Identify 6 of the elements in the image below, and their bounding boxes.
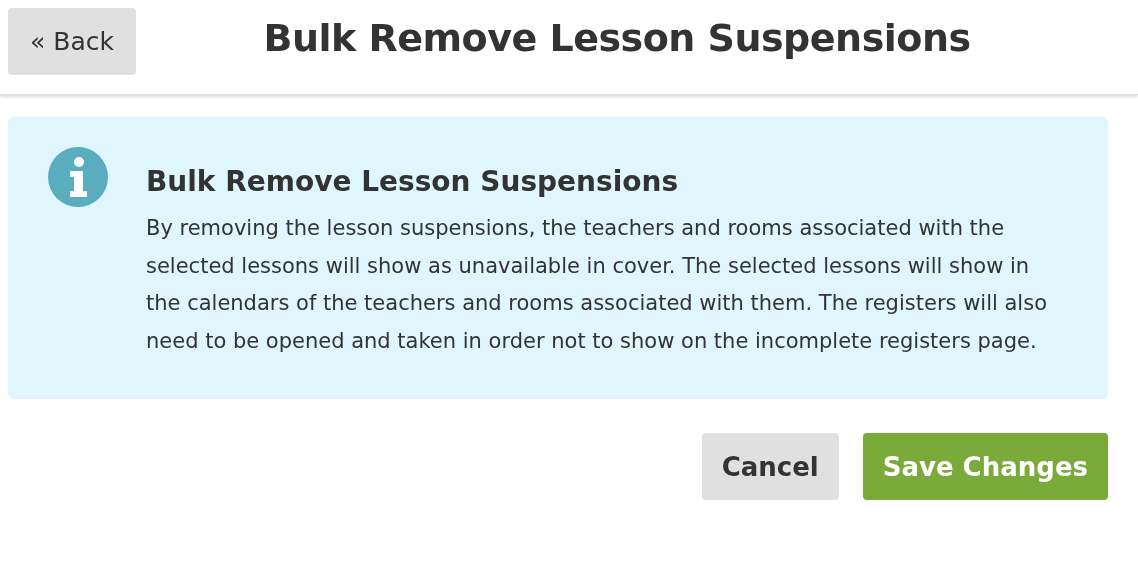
- cancel-button[interactable]: Cancel: [701, 433, 839, 500]
- info-text: By removing the lesson suspensions, the teachers and rooms associated with the selected lessons will show as unavailable in cover. The selected lessons will show in the calendars of the teachers and rooms associated with them. The registers will also need to be opened and taken in order not to show on the incomplete registers page.: [146, 215, 1048, 355]
- back-button[interactable]: « Back: [8, 8, 136, 75]
- page-title: Bulk Remove Lesson Suspensions: [262, 16, 972, 60]
- info-icon: [48, 147, 108, 207]
- info-heading: Bulk Remove Lesson Suspensions: [146, 165, 680, 198]
